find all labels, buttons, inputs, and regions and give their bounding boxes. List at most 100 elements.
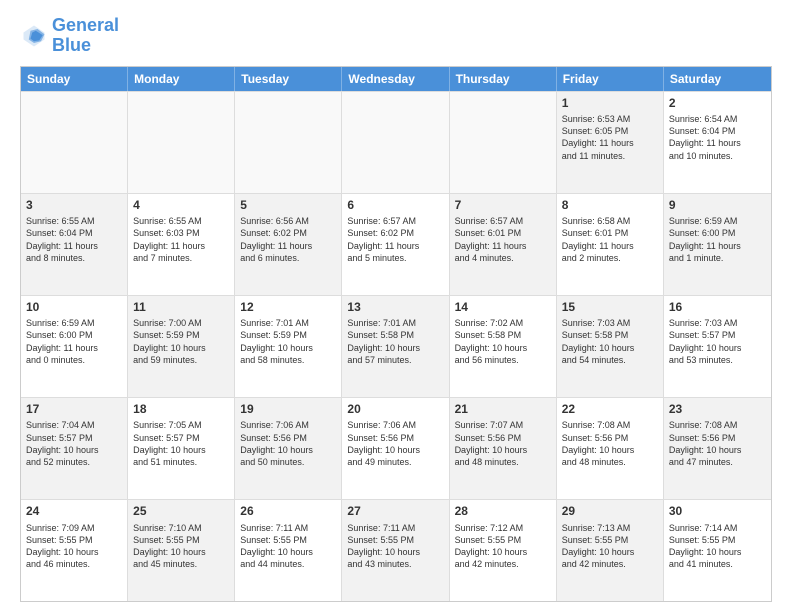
- empty-cell: [450, 92, 557, 193]
- day-cell-30: 30 Sunrise: 7:14 AMSunset: 5:55 PMDayligh…: [664, 500, 771, 601]
- day-info: Sunrise: 6:59 AMSunset: 6:00 PMDaylight:…: [669, 215, 766, 264]
- day-cell-27: 27Sunrise: 7:11 AMSunset: 5:55 PMDayligh…: [342, 500, 449, 601]
- day-number: 20: [347, 402, 443, 418]
- day-info: Sunrise: 7:09 AMSunset: 5:55 PMDaylight:…: [26, 522, 122, 571]
- day-cell-7: 7Sunrise: 6:57 AMSunset: 6:01 PMDaylight…: [450, 194, 557, 295]
- day-info: Sunrise: 7:13 AMSunset: 5:55 PMDaylight:…: [562, 522, 658, 571]
- day-info: Sunrise: 7:07 AMSunset: 5:56 PMDaylight:…: [455, 419, 551, 468]
- day-info: Sunrise: 7:12 AMSunset: 5:55 PMDaylight:…: [455, 522, 551, 571]
- day-number: 30: [669, 504, 766, 520]
- weekday-header-monday: Monday: [128, 67, 235, 91]
- day-cell-25: 25Sunrise: 7:10 AMSunset: 5:55 PMDayligh…: [128, 500, 235, 601]
- day-info: Sunrise: 7:01 AMSunset: 5:58 PMDaylight:…: [347, 317, 443, 366]
- day-info: Sunrise: 7:08 AMSunset: 5:56 PMDaylight:…: [562, 419, 658, 468]
- day-number: 4: [133, 198, 229, 214]
- day-number: 22: [562, 402, 658, 418]
- day-number: 9: [669, 198, 766, 214]
- day-number: 3: [26, 198, 122, 214]
- day-number: 26: [240, 504, 336, 520]
- logo-line1: General: [52, 16, 119, 36]
- calendar-row-1: 1Sunrise: 6:53 AMSunset: 6:05 PMDaylight…: [21, 91, 771, 193]
- page: General Blue SundayMondayTuesdayWednesda…: [0, 0, 792, 612]
- day-number: 10: [26, 300, 122, 316]
- weekday-header-sunday: Sunday: [21, 67, 128, 91]
- day-number: 13: [347, 300, 443, 316]
- day-info: Sunrise: 6:55 AMSunset: 6:04 PMDaylight:…: [26, 215, 122, 264]
- day-cell-6: 6Sunrise: 6:57 AMSunset: 6:02 PMDaylight…: [342, 194, 449, 295]
- day-cell-28: 28 Sunrise: 7:12 AMSunset: 5:55 PMDayligh…: [450, 500, 557, 601]
- day-info: Sunrise: 6:54 AMSunset: 6:04 PMDaylight:…: [669, 113, 766, 162]
- day-cell-21: 21Sunrise: 7:07 AMSunset: 5:56 PMDayligh…: [450, 398, 557, 499]
- day-number: 5: [240, 198, 336, 214]
- day-cell-5: 5Sunrise: 6:56 AMSunset: 6:02 PMDaylight…: [235, 194, 342, 295]
- calendar: SundayMondayTuesdayWednesdayThursdayFrid…: [20, 66, 772, 602]
- day-cell-15: 15Sunrise: 7:03 AMSunset: 5:58 PMDayligh…: [557, 296, 664, 397]
- day-info: Sunrise: 6:56 AMSunset: 6:02 PMDaylight:…: [240, 215, 336, 264]
- day-number: 28: [455, 504, 551, 520]
- calendar-row-3: 10Sunrise: 6:59 AMSunset: 6:00 PMDayligh…: [21, 295, 771, 397]
- day-info: Sunrise: 7:03 AMSunset: 5:58 PMDaylight:…: [562, 317, 658, 366]
- day-cell-8: 8Sunrise: 6:58 AMSunset: 6:01 PMDaylight…: [557, 194, 664, 295]
- day-number: 11: [133, 300, 229, 316]
- day-info: Sunrise: 6:59 AMSunset: 6:00 PMDaylight:…: [26, 317, 122, 366]
- day-cell-9: 9Sunrise: 6:59 AMSunset: 6:00 PMDaylight…: [664, 194, 771, 295]
- day-cell-20: 20Sunrise: 7:06 AMSunset: 5:56 PMDayligh…: [342, 398, 449, 499]
- day-cell-10: 10Sunrise: 6:59 AMSunset: 6:00 PMDayligh…: [21, 296, 128, 397]
- day-info: Sunrise: 7:01 AMSunset: 5:59 PMDaylight:…: [240, 317, 336, 366]
- empty-cell: [128, 92, 235, 193]
- day-number: 23: [669, 402, 766, 418]
- day-cell-12: 12Sunrise: 7:01 AMSunset: 5:59 PMDayligh…: [235, 296, 342, 397]
- day-cell-14: 14Sunrise: 7:02 AMSunset: 5:58 PMDayligh…: [450, 296, 557, 397]
- day-cell-17: 17Sunrise: 7:04 AMSunset: 5:57 PMDayligh…: [21, 398, 128, 499]
- day-number: 16: [669, 300, 766, 316]
- day-info: Sunrise: 7:14 AMSunset: 5:55 PMDaylight:…: [669, 522, 766, 571]
- day-number: 14: [455, 300, 551, 316]
- logo-text: General Blue: [52, 16, 119, 56]
- day-number: 1: [562, 96, 658, 112]
- weekday-header-thursday: Thursday: [450, 67, 557, 91]
- day-info: Sunrise: 6:57 AMSunset: 6:01 PMDaylight:…: [455, 215, 551, 264]
- calendar-row-5: 24 Sunrise: 7:09 AMSunset: 5:55 PMDayligh…: [21, 499, 771, 601]
- day-info: Sunrise: 7:11 AMSunset: 5:55 PMDaylight:…: [347, 522, 443, 571]
- weekday-header-friday: Friday: [557, 67, 664, 91]
- day-info: Sunrise: 7:06 AMSunset: 5:56 PMDaylight:…: [347, 419, 443, 468]
- day-info: Sunrise: 6:57 AMSunset: 6:02 PMDaylight:…: [347, 215, 443, 264]
- day-number: 29: [562, 504, 658, 520]
- empty-cell: [235, 92, 342, 193]
- day-number: 15: [562, 300, 658, 316]
- day-info: Sunrise: 7:00 AMSunset: 5:59 PMDaylight:…: [133, 317, 229, 366]
- day-cell-23: 23Sunrise: 7:08 AMSunset: 5:56 PMDayligh…: [664, 398, 771, 499]
- day-cell-18: 18Sunrise: 7:05 AMSunset: 5:57 PMDayligh…: [128, 398, 235, 499]
- day-number: 6: [347, 198, 443, 214]
- day-cell-16: 16Sunrise: 7:03 AMSunset: 5:57 PMDayligh…: [664, 296, 771, 397]
- day-info: Sunrise: 7:03 AMSunset: 5:57 PMDaylight:…: [669, 317, 766, 366]
- calendar-body: 1Sunrise: 6:53 AMSunset: 6:05 PMDaylight…: [21, 91, 771, 601]
- day-info: Sunrise: 7:05 AMSunset: 5:57 PMDaylight:…: [133, 419, 229, 468]
- day-cell-29: 29 Sunrise: 7:13 AMSunset: 5:55 PMDayligh…: [557, 500, 664, 601]
- day-info: Sunrise: 7:02 AMSunset: 5:58 PMDaylight:…: [455, 317, 551, 366]
- day-info: Sunrise: 7:04 AMSunset: 5:57 PMDaylight:…: [26, 419, 122, 468]
- day-info: Sunrise: 6:58 AMSunset: 6:01 PMDaylight:…: [562, 215, 658, 264]
- calendar-row-2: 3Sunrise: 6:55 AMSunset: 6:04 PMDaylight…: [21, 193, 771, 295]
- day-cell-19: 19Sunrise: 7:06 AMSunset: 5:56 PMDayligh…: [235, 398, 342, 499]
- day-cell-24: 24 Sunrise: 7:09 AMSunset: 5:55 PMDayligh…: [21, 500, 128, 601]
- day-number: 8: [562, 198, 658, 214]
- day-cell-26: 26 Sunrise: 7:11 AMSunset: 5:55 PMDayligh…: [235, 500, 342, 601]
- day-number: 12: [240, 300, 336, 316]
- day-number: 2: [669, 96, 766, 112]
- day-cell-13: 13Sunrise: 7:01 AMSunset: 5:58 PMDayligh…: [342, 296, 449, 397]
- day-cell-4: 4Sunrise: 6:55 AMSunset: 6:03 PMDaylight…: [128, 194, 235, 295]
- day-number: 21: [455, 402, 551, 418]
- day-number: 19: [240, 402, 336, 418]
- day-number: 24: [26, 504, 122, 520]
- weekday-header-saturday: Saturday: [664, 67, 771, 91]
- day-info: Sunrise: 6:55 AMSunset: 6:03 PMDaylight:…: [133, 215, 229, 264]
- calendar-header: SundayMondayTuesdayWednesdayThursdayFrid…: [21, 67, 771, 91]
- day-info: Sunrise: 7:11 AMSunset: 5:55 PMDaylight:…: [240, 522, 336, 571]
- day-cell-3: 3Sunrise: 6:55 AMSunset: 6:04 PMDaylight…: [21, 194, 128, 295]
- day-number: 18: [133, 402, 229, 418]
- header: General Blue: [20, 16, 772, 56]
- day-info: Sunrise: 7:06 AMSunset: 5:56 PMDaylight:…: [240, 419, 336, 468]
- day-info: Sunrise: 6:53 AMSunset: 6:05 PMDaylight:…: [562, 113, 658, 162]
- day-cell-22: 22Sunrise: 7:08 AMSunset: 5:56 PMDayligh…: [557, 398, 664, 499]
